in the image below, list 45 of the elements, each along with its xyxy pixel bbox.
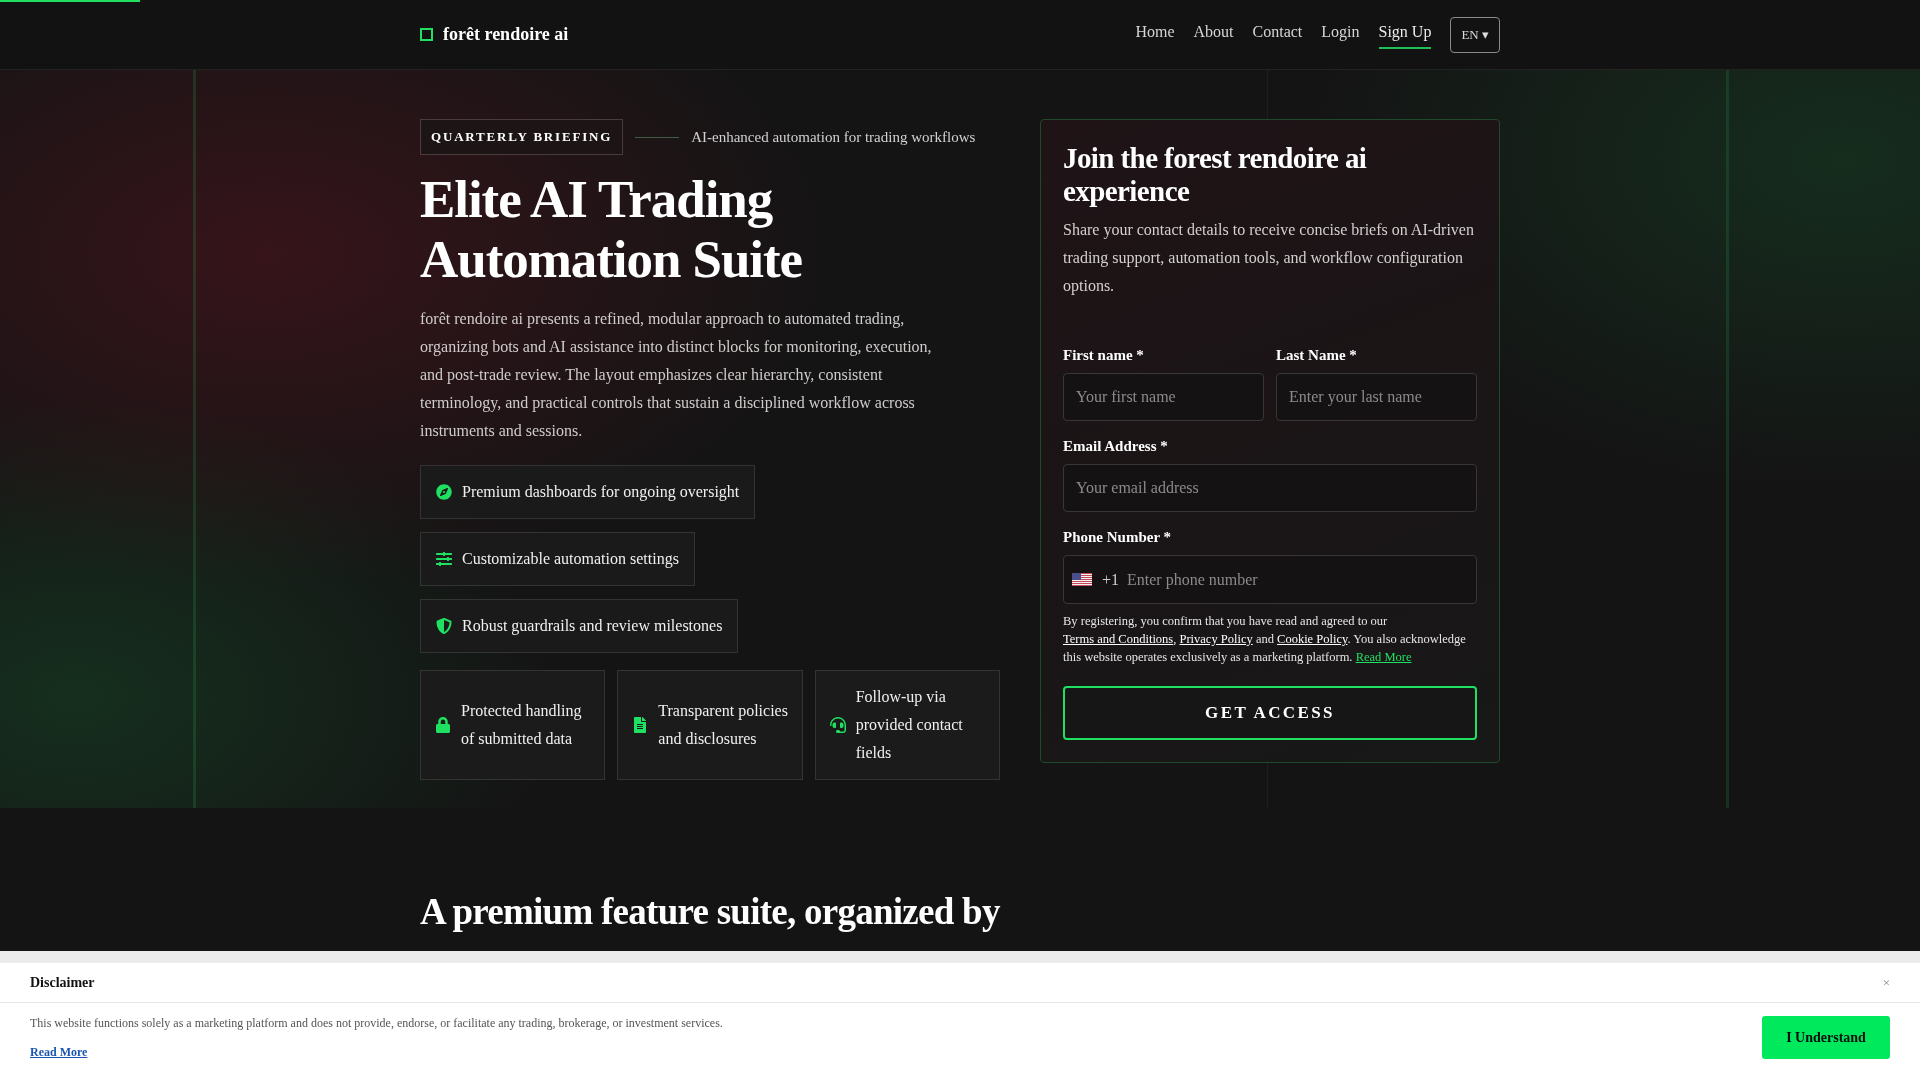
field-label: First name * [1063, 346, 1145, 364]
signup-description: Share your contact details to receive concise briefs on AI-driven trading support, automation tools, and workflow configuration options. [1063, 220, 1475, 297]
assurance-text: Protected handling of submitted data [461, 701, 583, 749]
field-label: Phone Number * [1063, 528, 1173, 546]
consent-text: By registering, you confirm that you have read and agreed to our Terms and Conditions, Privacy Policy and Cookie Policy. You also acknowledge this website operates exclusively as a marketing platform. Read More [1063, 613, 1467, 666]
close-button[interactable]: × [1882, 976, 1890, 989]
disclaimer-text: This website functions solely as a marketing platform and does not provide, endorse, or facilitate any trading, brokerage, or investment services. [30, 1015, 723, 1031]
read-more-link[interactable]: Read More [1355, 650, 1412, 664]
hero-tagline: AI-enhanced automation for trading workflows [691, 127, 976, 147]
lock-icon [435, 717, 451, 733]
compass-icon [436, 484, 452, 500]
name-input[interactable]: Enter your last name [1276, 373, 1477, 421]
nav-link[interactable]: About [1193, 20, 1234, 49]
feature-highlight-text: Premium dashboards for ongoing oversight [462, 482, 740, 503]
assurance-text: Transparent policies and disclosures [658, 701, 789, 749]
name-input[interactable]: Your first name [1063, 373, 1264, 421]
nav-link[interactable]: Home [1135, 20, 1175, 49]
shield-icon [436, 618, 452, 634]
read-more-link[interactable]: Read More [30, 1043, 88, 1061]
logo-square-icon [420, 28, 433, 41]
nav-link[interactable]: Login [1321, 20, 1360, 49]
signup-title: Join the forest rendoire ai experience [1063, 142, 1368, 208]
feature-highlight-text: Robust guardrails and review milestones [462, 616, 723, 637]
field-label: Last Name * [1276, 346, 1358, 364]
field-label: Email Address * [1063, 437, 1169, 455]
get-access-button[interactable]: GET ACCESS [1063, 686, 1477, 740]
document-icon [632, 717, 649, 733]
email-input[interactable]: Your email address [1063, 464, 1477, 512]
understand-button[interactable]: I Understand [1762, 1016, 1890, 1059]
sliders-icon [436, 551, 452, 567]
brand-name[interactable]: forêt rendoire ai [443, 21, 569, 48]
country-code[interactable]: +1 [1102, 567, 1120, 592]
disclaimer-title: Disclaimer [30, 974, 95, 992]
nav-link[interactable]: Sign Up [1378, 20, 1432, 49]
section-badge: QUARTERLY BRIEFING [420, 119, 624, 155]
feature-highlight-text: Customizable automation settings [462, 549, 679, 570]
assurance-text: Follow-up via provided contact fields [855, 687, 964, 763]
hero-description: forêt rendoire ai presents a refined, modular approach to automated trading, organizing bots and AI assistance into distinct blocks for monitoring, execution, and post-trade review. The layout emphasizes clear hierarchy, consistent terminology, and practical controls that sustain a disciplined workflow across instruments and sessions. [420, 309, 933, 441]
headset-icon [829, 717, 846, 733]
hero-title: Elite AI Trading Automation Suite [420, 169, 804, 289]
section-heading: A premium feature suite, organized by [420, 890, 1001, 934]
language-selector[interactable]: EN ▾ [1450, 16, 1500, 53]
policy-link[interactable]: Privacy Policy [1179, 632, 1253, 646]
us-flag-icon [1072, 573, 1092, 586]
nav-link[interactable]: Contact [1252, 20, 1303, 49]
